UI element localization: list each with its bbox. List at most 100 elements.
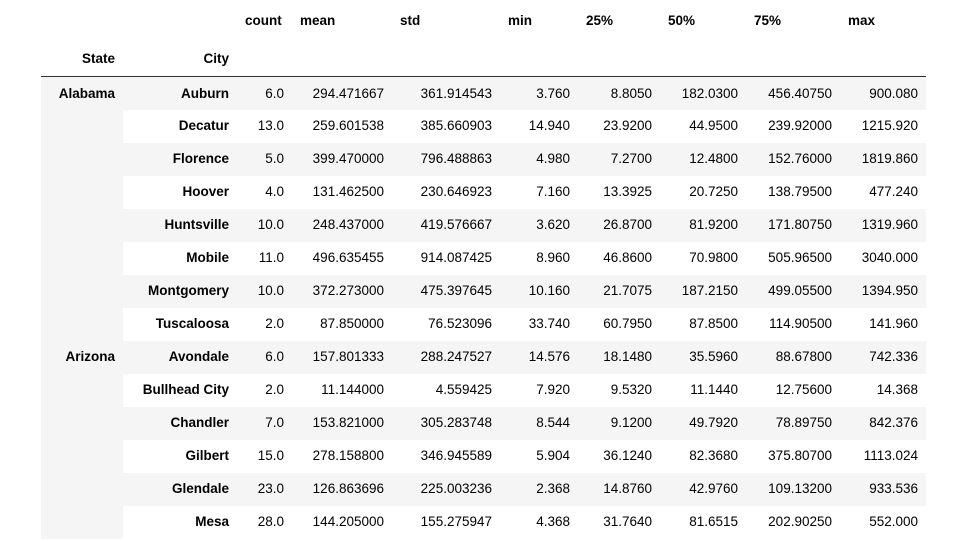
row-index-city: Tuscaloosa: [123, 307, 237, 341]
cell-75pct: 78.89750: [746, 406, 840, 440]
table-body: Alabama Auburn 6.0 294.471667 361.914543 3.76…: [41, 76, 926, 539]
cell-25pct: 36.1240: [578, 439, 660, 473]
stat-header-row: count mean std min 25% 50% 75% max: [41, 0, 926, 41]
column-header-min: min: [500, 0, 578, 41]
table-row: Hoover 4.0 131.462500 230.646923 7.160 13.392…: [41, 175, 926, 209]
index-header-state: State: [41, 41, 123, 77]
cell-50pct: 70.9800: [660, 241, 746, 275]
index-header-blank-25pct: [578, 41, 660, 77]
row-index-state: [41, 307, 123, 341]
cell-count: 23.0: [237, 472, 292, 506]
table-row: Huntsville 10.0 248.437000 419.576667 3.620 2…: [41, 208, 926, 242]
row-index-state: [41, 241, 123, 275]
row-index-state: [41, 406, 123, 440]
cell-mean: 496.635455: [292, 241, 392, 275]
cell-max: 1394.950: [840, 274, 926, 308]
cell-50pct: 20.7250: [660, 175, 746, 209]
cell-mean: 157.801333: [292, 340, 392, 374]
cell-count: 10.0: [237, 208, 292, 242]
cell-count: 6.0: [237, 76, 292, 110]
cell-50pct: 11.1440: [660, 373, 746, 407]
cell-25pct: 31.7640: [578, 505, 660, 539]
cell-std: 225.003236: [392, 472, 500, 506]
cell-min: 8.544: [500, 406, 578, 440]
cell-max: 3040.000: [840, 241, 926, 275]
cell-min: 5.904: [500, 439, 578, 473]
cell-count: 6.0: [237, 340, 292, 374]
cell-min: 8.960: [500, 241, 578, 275]
cell-max: 933.536: [840, 472, 926, 506]
cell-25pct: 8.8050: [578, 76, 660, 110]
cell-min: 14.576: [500, 340, 578, 374]
row-index-city: Hoover: [123, 175, 237, 209]
column-header-max: max: [840, 0, 926, 41]
column-header-25pct: 25%: [578, 0, 660, 41]
cell-25pct: 9.5320: [578, 373, 660, 407]
index-header-blank-std: [392, 41, 500, 77]
cell-mean: 11.144000: [292, 373, 392, 407]
table-row: Florence 5.0 399.470000 796.488863 4.980 7.27…: [41, 142, 926, 176]
table-row: Mesa 28.0 144.205000 155.275947 4.368 31.7640…: [41, 505, 926, 539]
cell-50pct: 82.3680: [660, 439, 746, 473]
row-index-city: Bullhead City: [123, 373, 237, 407]
row-index-city: Gilbert: [123, 439, 237, 473]
header-blank-city: [123, 0, 237, 41]
cell-75pct: 12.75600: [746, 373, 840, 407]
cell-75pct: 375.80700: [746, 439, 840, 473]
cell-std: 76.523096: [392, 307, 500, 341]
cell-50pct: 187.2150: [660, 274, 746, 308]
table-row: Arizona Avondale 6.0 157.801333 288.247527 14…: [41, 340, 926, 374]
cell-max: 141.960: [840, 307, 926, 341]
cell-mean: 153.821000: [292, 406, 392, 440]
cell-25pct: 46.8600: [578, 241, 660, 275]
cell-std: 230.646923: [392, 175, 500, 209]
row-index-state: [41, 472, 123, 506]
index-header-row: State City: [41, 41, 926, 77]
cell-mean: 144.205000: [292, 505, 392, 539]
cell-50pct: 44.9500: [660, 109, 746, 143]
row-index-state: [41, 142, 123, 176]
row-index-state: [41, 373, 123, 407]
row-index-state: [41, 109, 123, 143]
cell-max: 742.336: [840, 340, 926, 374]
index-header-blank-50pct: [660, 41, 746, 77]
row-index-city: Montgomery: [123, 274, 237, 308]
cell-std: 4.559425: [392, 373, 500, 407]
table-row: Bullhead City 2.0 11.144000 4.559425 7.920 9.…: [41, 373, 926, 407]
cell-25pct: 7.2700: [578, 142, 660, 176]
cell-50pct: 81.6515: [660, 505, 746, 539]
cell-std: 914.087425: [392, 241, 500, 275]
column-header-50pct: 50%: [660, 0, 746, 41]
cell-max: 1215.920: [840, 109, 926, 143]
cell-min: 3.760: [500, 76, 578, 110]
cell-25pct: 23.9200: [578, 109, 660, 143]
dataframe-table-wrapper: count mean std min 25% 50% 75% max State…: [41, 0, 926, 539]
cell-75pct: 152.76000: [746, 142, 840, 176]
cell-std: 288.247527: [392, 340, 500, 374]
column-header-75pct: 75%: [746, 0, 840, 41]
cell-mean: 87.850000: [292, 307, 392, 341]
cell-max: 1819.860: [840, 142, 926, 176]
cell-count: 13.0: [237, 109, 292, 143]
cell-count: 5.0: [237, 142, 292, 176]
cell-mean: 248.437000: [292, 208, 392, 242]
cell-75pct: 505.96500: [746, 241, 840, 275]
cell-75pct: 114.90500: [746, 307, 840, 341]
cell-min: 14.940: [500, 109, 578, 143]
cell-75pct: 88.67800: [746, 340, 840, 374]
cell-50pct: 87.8500: [660, 307, 746, 341]
cell-mean: 259.601538: [292, 109, 392, 143]
table-row: Gilbert 15.0 278.158800 346.945589 5.904 36.1…: [41, 439, 926, 473]
describe-dataframe-table: count mean std min 25% 50% 75% max State…: [41, 0, 926, 539]
row-index-state: [41, 274, 123, 308]
cell-std: 796.488863: [392, 142, 500, 176]
table-row: Montgomery 10.0 372.273000 475.397645 10.160…: [41, 274, 926, 308]
table-row: Glendale 23.0 126.863696 225.003236 2.368 14.…: [41, 472, 926, 506]
table-row: Mobile 11.0 496.635455 914.087425 8.960 46.86…: [41, 241, 926, 275]
row-index-state: [41, 175, 123, 209]
cell-count: 2.0: [237, 307, 292, 341]
table-row: Chandler 7.0 153.821000 305.283748 8.544 9.12…: [41, 406, 926, 440]
row-index-city: Mesa: [123, 505, 237, 539]
cell-25pct: 60.7950: [578, 307, 660, 341]
cell-std: 475.397645: [392, 274, 500, 308]
